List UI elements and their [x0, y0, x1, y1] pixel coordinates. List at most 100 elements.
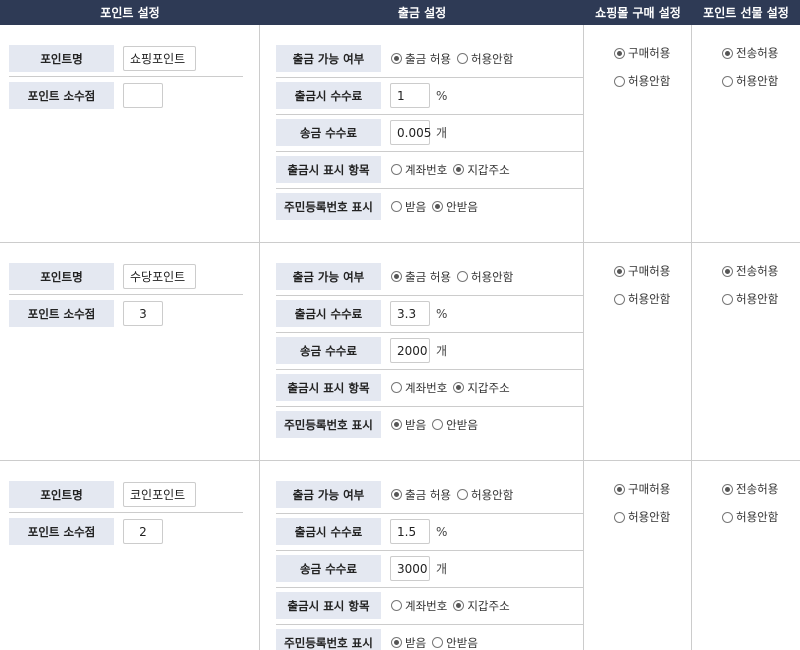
point-settings-cell: 포인트명 쇼핑포인트 포인트 소수점	[0, 25, 260, 242]
withdraw-fee-label: 출금시 수수료	[276, 300, 381, 327]
point-rows: 포인트명 쇼핑포인트 포인트 소수점 출금 가능 여부 출금 허용 허용안함 출…	[0, 25, 800, 650]
withdraw-deny-radio[interactable]: 허용안함	[456, 269, 513, 285]
point-row: 포인트명 수당포인트 포인트 소수점 3 출금 가능 여부 출금 허용 허용안함…	[0, 243, 800, 461]
header-gift-settings: 포인트 선물 설정	[703, 6, 789, 20]
purchase-allow-radio[interactable]: 구매허용	[614, 481, 670, 497]
account-number-radio[interactable]: 계좌번호	[391, 162, 447, 178]
radio-icon	[614, 47, 625, 59]
withdraw-fee-input[interactable]: 1.5	[390, 519, 430, 544]
count-unit: 개	[436, 126, 448, 140]
withdraw-fee-label: 출금시 수수료	[276, 82, 381, 109]
wallet-address-radio[interactable]: 지갑주소	[453, 380, 510, 396]
shopping-settings-cell: 구매허용 허용안함	[584, 243, 692, 460]
header-shopping-settings: 쇼핑몰 구매 설정	[595, 6, 681, 20]
radio-icon	[432, 201, 444, 212]
point-decimal-input[interactable]: 3	[123, 301, 163, 326]
receive-radio[interactable]: 받음	[391, 635, 426, 650]
radio-icon	[614, 511, 625, 523]
radio-icon	[614, 293, 625, 305]
not-receive-radio[interactable]: 안받음	[432, 199, 478, 215]
withdraw-display-label: 출금시 표시 항목	[276, 374, 381, 401]
point-decimal-input[interactable]	[123, 83, 163, 108]
purchase-deny-radio[interactable]: 허용안함	[614, 291, 670, 307]
withdraw-settings-cell: 출금 가능 여부 출금 허용 허용안함 출금시 수수료 3.3 % 송금 수수료…	[260, 243, 584, 460]
gift-settings-cell: 전송허용 허용안함	[692, 461, 800, 650]
withdraw-allow-radio[interactable]: 출금 허용	[391, 487, 451, 503]
point-row: 포인트명 코인포인트 포인트 소수점 2 출금 가능 여부 출금 허용 허용안함…	[0, 461, 800, 650]
transfer-fee-input[interactable]: 2000	[390, 338, 430, 363]
point-name-input[interactable]: 수당포인트	[123, 264, 196, 289]
withdraw-display-label: 출금시 표시 항목	[276, 156, 381, 183]
transfer-fee-input[interactable]: 0.005	[390, 120, 431, 145]
radio-icon	[391, 600, 402, 611]
point-name-input[interactable]: 쇼핑포인트	[123, 46, 196, 71]
radio-icon	[456, 489, 468, 500]
count-unit: 개	[436, 562, 448, 576]
radio-icon	[456, 53, 468, 64]
radio-icon	[722, 47, 733, 59]
purchase-allow-radio[interactable]: 구매허용	[614, 263, 670, 279]
gift-allow-radio[interactable]: 전송허용	[722, 45, 778, 61]
radio-icon	[391, 271, 402, 282]
gift-deny-radio[interactable]: 허용안함	[722, 73, 778, 89]
radio-icon	[722, 483, 733, 495]
purchase-deny-radio[interactable]: 허용안함	[614, 509, 670, 525]
point-name-input[interactable]: 코인포인트	[123, 482, 196, 507]
percent-unit: %	[436, 524, 448, 539]
percent-unit: %	[436, 88, 448, 103]
account-number-radio[interactable]: 계좌번호	[391, 598, 447, 614]
point-row: 포인트명 쇼핑포인트 포인트 소수점 출금 가능 여부 출금 허용 허용안함 출…	[0, 25, 800, 243]
withdraw-deny-radio[interactable]: 허용안함	[456, 51, 513, 67]
withdraw-fee-input[interactable]: 1	[390, 83, 430, 108]
radio-icon	[453, 164, 465, 175]
header-withdraw-settings: 출금 설정	[397, 6, 447, 20]
count-unit: 개	[436, 344, 448, 358]
gift-allow-radio[interactable]: 전송허용	[722, 481, 778, 497]
gift-deny-radio[interactable]: 허용안함	[722, 509, 778, 525]
not-receive-radio[interactable]: 안받음	[432, 417, 478, 433]
radio-icon	[614, 265, 625, 277]
header-point-settings: 포인트 설정	[100, 6, 160, 20]
point-settings-cell: 포인트명 수당포인트 포인트 소수점 3	[0, 243, 260, 460]
radio-icon	[614, 483, 625, 495]
point-decimal-input[interactable]: 2	[123, 519, 163, 544]
withdraw-deny-radio[interactable]: 허용안함	[456, 487, 513, 503]
transfer-fee-label: 송금 수수료	[276, 119, 381, 146]
radio-icon	[614, 75, 625, 87]
radio-icon	[722, 511, 733, 523]
point-decimal-label: 포인트 소수점	[9, 300, 114, 327]
withdraw-fee-input[interactable]: 3.3	[390, 301, 430, 326]
transfer-fee-input[interactable]: 3000	[390, 556, 430, 581]
shopping-settings-cell: 구매허용 허용안함	[584, 461, 692, 650]
transfer-fee-label: 송금 수수료	[276, 337, 381, 364]
gift-deny-radio[interactable]: 허용안함	[722, 291, 778, 307]
not-receive-radio[interactable]: 안받음	[432, 635, 478, 650]
withdraw-settings-cell: 출금 가능 여부 출금 허용 허용안함 출금시 수수료 1.5 % 송금 수수료…	[260, 461, 584, 650]
wallet-address-radio[interactable]: 지갑주소	[453, 598, 510, 614]
withdraw-allow-radio[interactable]: 출금 허용	[391, 51, 451, 67]
withdraw-allowed-label: 출금 가능 여부	[276, 45, 381, 72]
radio-icon	[722, 265, 733, 277]
radio-icon	[391, 637, 402, 648]
withdraw-allowed-label: 출금 가능 여부	[276, 481, 381, 508]
account-number-radio[interactable]: 계좌번호	[391, 380, 447, 396]
radio-icon	[391, 53, 402, 64]
radio-icon	[391, 201, 402, 212]
purchase-deny-radio[interactable]: 허용안함	[614, 73, 670, 89]
radio-icon	[391, 489, 402, 500]
resident-display-label: 주민등록번호 표시	[276, 193, 381, 220]
radio-icon	[432, 419, 444, 430]
gift-allow-radio[interactable]: 전송허용	[722, 263, 778, 279]
point-name-label: 포인트명	[9, 263, 114, 290]
purchase-allow-radio[interactable]: 구매허용	[614, 45, 670, 61]
point-decimal-label: 포인트 소수점	[9, 518, 114, 545]
radio-icon	[432, 637, 444, 648]
point-decimal-label: 포인트 소수점	[9, 82, 114, 109]
withdraw-display-label: 출금시 표시 항목	[276, 592, 381, 619]
receive-radio[interactable]: 받음	[391, 417, 426, 433]
wallet-address-radio[interactable]: 지갑주소	[453, 162, 510, 178]
radio-icon	[391, 419, 402, 430]
point-name-label: 포인트명	[9, 45, 114, 72]
withdraw-allow-radio[interactable]: 출금 허용	[391, 269, 451, 285]
receive-radio[interactable]: 받음	[391, 199, 426, 215]
